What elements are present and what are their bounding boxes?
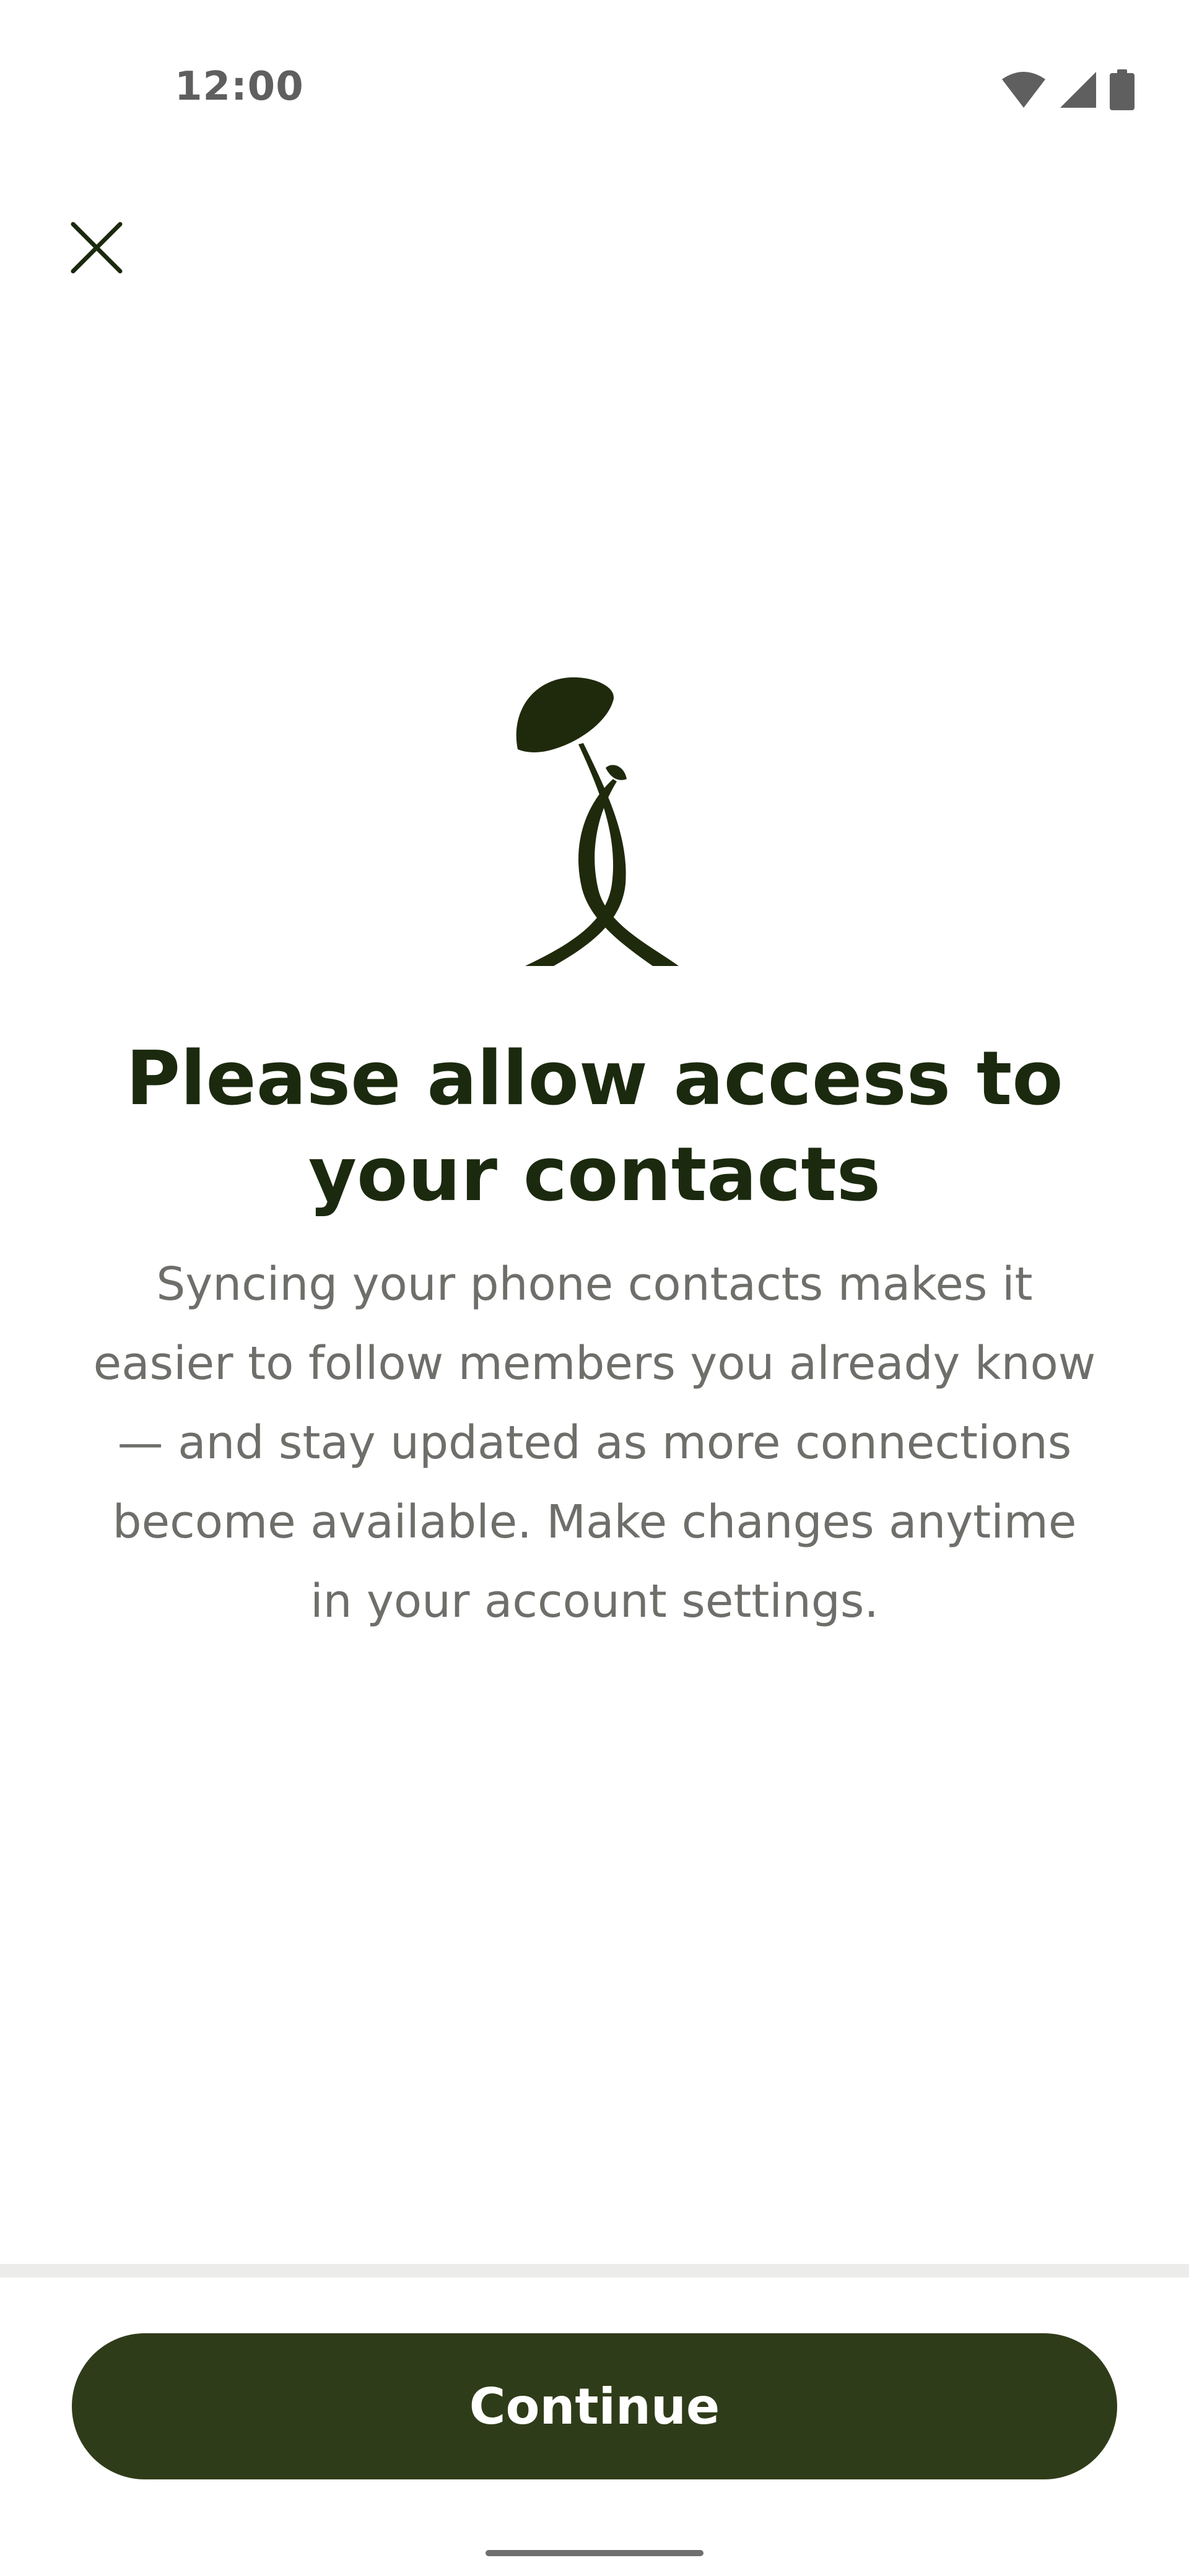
contacts-permission-screen: 12:00 Please allow access to your contac… xyxy=(0,0,1189,2576)
wifi-icon xyxy=(1002,72,1045,108)
cellular-signal-icon xyxy=(1060,72,1096,108)
continue-button[interactable]: Continue xyxy=(72,2333,1117,2479)
gesture-nav-bar[interactable] xyxy=(486,2550,703,2556)
battery-icon xyxy=(1110,69,1135,110)
status-time: 12:00 xyxy=(175,64,304,110)
close-icon xyxy=(71,222,123,274)
page-title: Please allow access to your contacts xyxy=(126,1036,1063,1218)
close-button[interactable] xyxy=(59,204,134,291)
plant-sprout-illustration-icon xyxy=(516,677,679,966)
continue-button-label: Continue xyxy=(469,2377,720,2435)
status-icons xyxy=(1001,68,1135,111)
footer-divider xyxy=(0,2264,1189,2278)
description-text: Syncing your phone contacts makes it eas… xyxy=(93,1258,1096,1628)
